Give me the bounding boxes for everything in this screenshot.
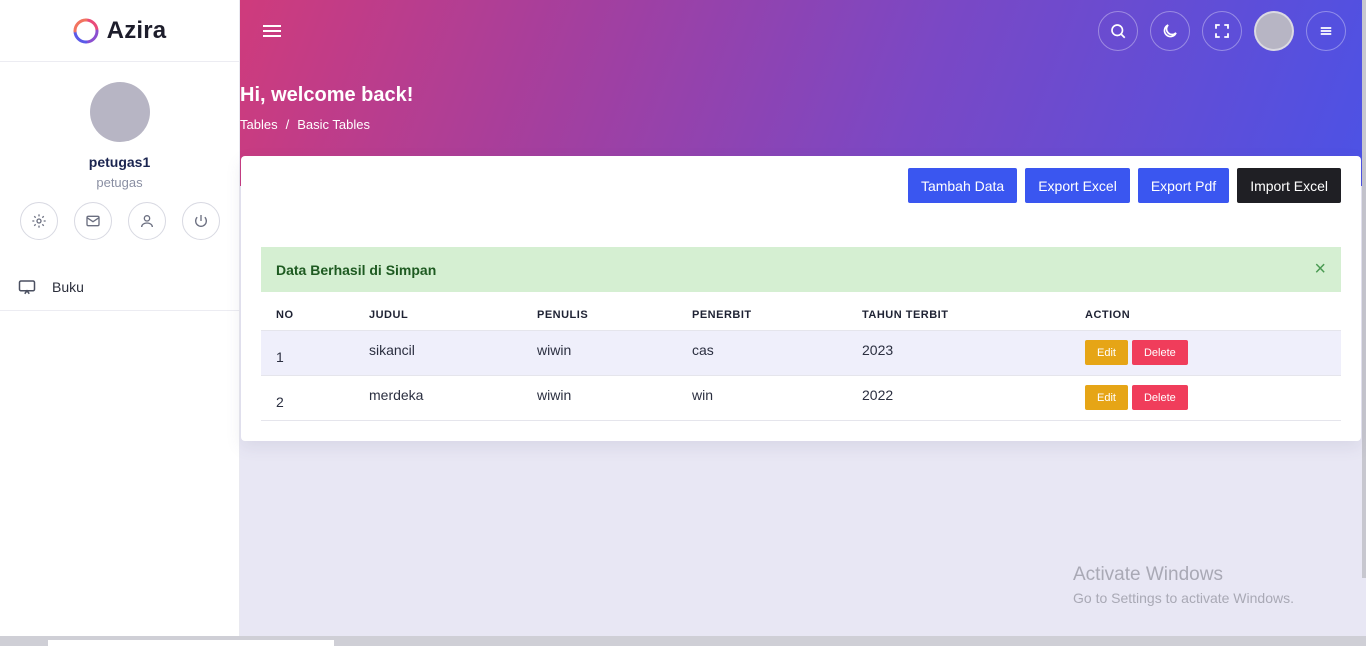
profile-role: petugas <box>96 175 143 190</box>
export-excel-button[interactable]: Export Excel <box>1025 168 1130 203</box>
col-header-judul: JUDUL <box>354 300 522 331</box>
watermark-subtitle: Go to Settings to activate Windows. <box>1073 590 1294 606</box>
menu-icon <box>1320 27 1332 35</box>
tambah-data-button[interactable]: Tambah Data <box>907 168 1018 203</box>
cell-judul: merdeka <box>354 375 522 421</box>
windows-watermark: Activate Windows Go to Settings to activ… <box>1073 564 1294 606</box>
breadcrumb-item-tables[interactable]: Tables <box>240 117 278 132</box>
col-header-action: ACTION <box>1070 300 1341 331</box>
monitor-icon <box>18 280 36 295</box>
cell-judul: sikancil <box>354 330 522 376</box>
profile-panel: petugas1 petugas <box>0 62 239 240</box>
sidebar-item-buku[interactable]: Buku <box>0 264 239 310</box>
watermark-title: Activate Windows <box>1073 564 1223 585</box>
close-icon[interactable]: × <box>1314 258 1326 281</box>
cell-action: Edit Delete <box>1070 330 1341 376</box>
edit-button[interactable]: Edit <box>1085 385 1128 410</box>
table-toolbar: Tambah Data Export Excel Export Pdf Impo… <box>907 168 1341 203</box>
theme-toggle[interactable] <box>1150 11 1190 51</box>
cell-tahun: 2023 <box>847 330 1070 376</box>
col-header-tahun: TAHUN TERBIT <box>847 300 1070 331</box>
user-icon <box>140 215 153 228</box>
cell-action: Edit Delete <box>1070 375 1341 421</box>
avatar <box>89 82 150 142</box>
azira-logo-icon <box>73 18 99 43</box>
cell-no: 2 <box>261 375 354 421</box>
table-row: 1 sikancil wiwin cas 2023 Edit Delete <box>261 330 1341 376</box>
gear-icon <box>31 214 46 228</box>
vertical-scrollbar[interactable] <box>1362 0 1366 578</box>
cell-tahun: 2022 <box>847 375 1070 421</box>
breadcrumb-separator: / <box>285 117 290 132</box>
fullscreen-icon <box>1215 24 1229 38</box>
logo[interactable]: Azira <box>0 0 239 62</box>
mail-button[interactable] <box>73 202 112 240</box>
cell-penulis: wiwin <box>522 375 677 421</box>
header-avatar[interactable] <box>1254 11 1294 51</box>
cell-penerbit: cas <box>677 330 847 376</box>
col-header-no: NO <box>261 300 354 331</box>
cell-penulis: wiwin <box>522 330 677 376</box>
cell-penerbit: win <box>677 375 847 421</box>
data-table: NO JUDUL PENULIS PENERBIT TAHUN TERBIT A… <box>261 300 1341 421</box>
brand-name: Azira <box>106 16 167 44</box>
profile-actions <box>19 202 220 240</box>
table-header-row: NO JUDUL PENULIS PENERBIT TAHUN TERBIT A… <box>261 300 1341 331</box>
sidebar-item-label: Buku <box>52 279 84 295</box>
sidebar: Azira petugas1 petugas Buku <box>0 0 240 636</box>
col-header-penulis: PENULIS <box>522 300 677 331</box>
row-actions: Edit Delete <box>1085 340 1326 365</box>
menu-button[interactable] <box>1306 11 1346 51</box>
import-excel-button[interactable]: Import Excel <box>1237 168 1341 203</box>
mail-icon <box>85 215 100 227</box>
power-icon <box>194 215 207 227</box>
hamburger-icon[interactable] <box>262 21 282 41</box>
col-header-penerbit: PENERBIT <box>677 300 847 331</box>
export-pdf-button[interactable]: Export Pdf <box>1137 168 1230 203</box>
breadcrumb-item-current: Basic Tables <box>297 117 370 132</box>
delete-button[interactable]: Delete <box>1131 385 1188 410</box>
search-button[interactable] <box>1098 11 1138 51</box>
sidebar-nav: Buku <box>0 264 239 311</box>
page-title: Hi, welcome back! <box>240 84 414 106</box>
settings-button[interactable] <box>19 202 58 240</box>
alert-message: Data Berhasil di Simpan <box>276 261 437 278</box>
success-alert: Data Berhasil di Simpan × <box>261 247 1341 292</box>
table-card: Tambah Data Export Excel Export Pdf Impo… <box>241 156 1361 441</box>
breadcrumb: Tables / Basic Tables <box>240 117 370 132</box>
edit-button[interactable]: Edit <box>1085 340 1128 365</box>
scrollbar-thumb[interactable] <box>48 640 334 646</box>
profile-name: petugas1 <box>88 154 151 170</box>
moon-icon <box>1163 24 1177 38</box>
cell-no: 1 <box>261 330 354 376</box>
fullscreen-button[interactable] <box>1202 11 1242 51</box>
table-row: 2 merdeka wiwin win 2022 Edit Delete <box>261 375 1341 421</box>
search-icon <box>1111 24 1126 39</box>
horizontal-scrollbar[interactable] <box>0 636 1366 646</box>
header-actions <box>1098 11 1362 51</box>
delete-button[interactable]: Delete <box>1131 340 1188 365</box>
row-actions: Edit Delete <box>1085 385 1326 410</box>
profile-button[interactable] <box>127 202 166 240</box>
logout-button[interactable] <box>181 202 220 240</box>
